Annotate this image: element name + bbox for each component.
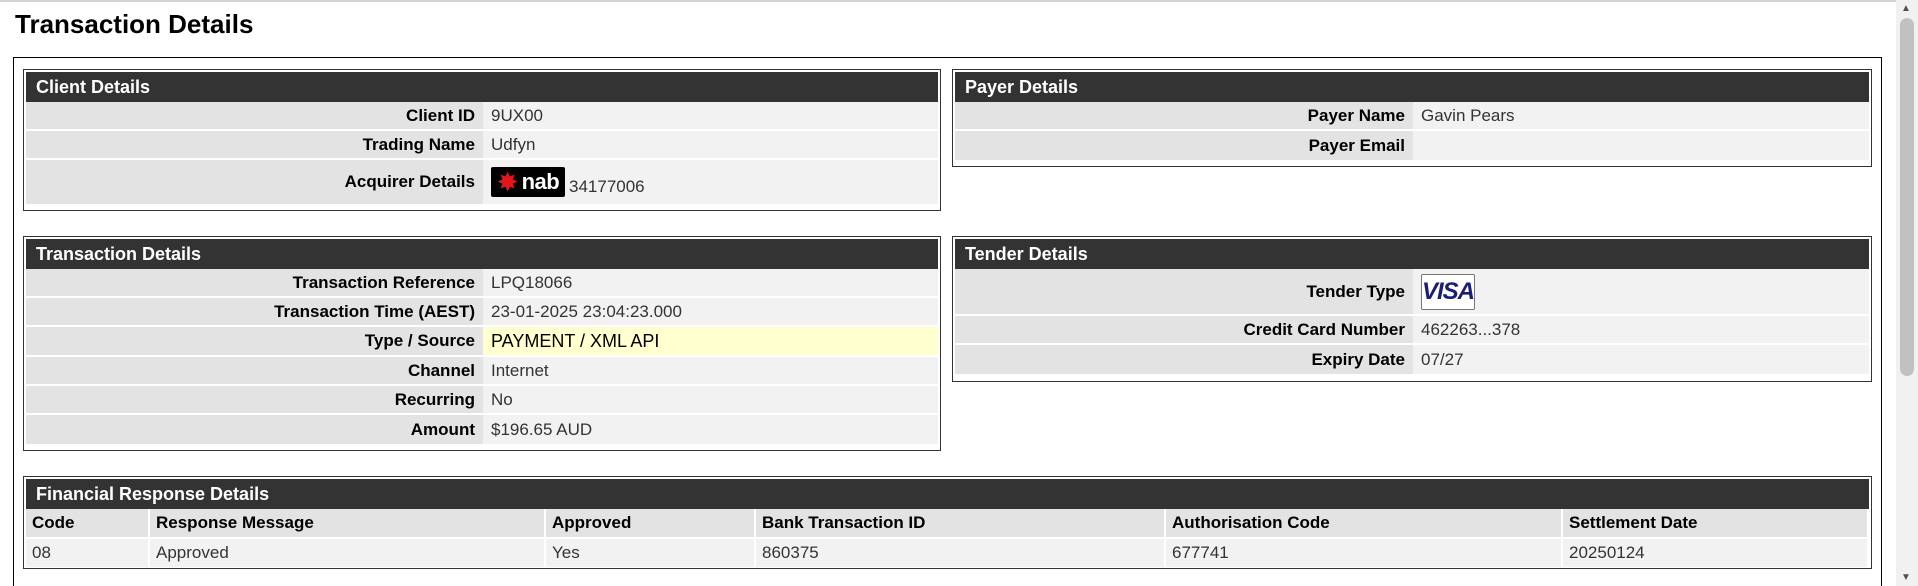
row-value: VISA bbox=[1413, 269, 1869, 314]
cell-approved: Yes bbox=[546, 539, 756, 567]
column-header-approved: Approved bbox=[546, 509, 756, 539]
panel-header: Financial Response Details bbox=[26, 479, 1869, 509]
scroll-up-arrow-icon[interactable]: ▲ bbox=[1901, 3, 1911, 14]
detail-row-tender-type: Tender Type VISA bbox=[955, 269, 1869, 316]
row-value: LPQ18066 bbox=[483, 269, 938, 296]
cell-bank-transaction-id: 860375 bbox=[756, 539, 1166, 567]
detail-row-recurring: Recurring No bbox=[26, 386, 938, 415]
row-label: Payer Email bbox=[955, 131, 1413, 160]
detail-row-amount: Amount $196.65 AUD bbox=[26, 415, 938, 444]
transaction-details-panel: Transaction Details Transaction Referenc… bbox=[23, 236, 941, 451]
detail-row-acquirer: Acquirer Details ✸ nab 34177006 bbox=[26, 160, 938, 204]
column-header-bank-transaction-id: Bank Transaction ID bbox=[756, 509, 1166, 539]
table-row: 08 Approved Yes 860375 677741 20250124 bbox=[26, 539, 1869, 567]
row-value: Internet bbox=[483, 357, 938, 384]
cell-authorisation-code: 677741 bbox=[1166, 539, 1563, 567]
detail-row-card-number: Credit Card Number 462263...378 bbox=[955, 316, 1869, 345]
tender-details-panel: Tender Details Tender Type VISA Credit C… bbox=[952, 236, 1872, 382]
row-label: Channel bbox=[26, 357, 483, 384]
table-header-row: Code Response Message Approved Bank Tran… bbox=[26, 509, 1869, 539]
column-header-response-message: Response Message bbox=[150, 509, 546, 539]
column-header-settlement-date: Settlement Date bbox=[1563, 509, 1869, 539]
row-value-highlighted: PAYMENT / XML API bbox=[483, 327, 938, 355]
details-container: Client Details Client ID 9UX00 Trading N… bbox=[13, 57, 1882, 586]
detail-row-trading-name: Trading Name Udfyn bbox=[26, 131, 938, 160]
row-label: Credit Card Number bbox=[955, 316, 1413, 343]
detail-row-type-source: Type / Source PAYMENT / XML API bbox=[26, 327, 938, 357]
financial-response-panel: Financial Response Details Code Response… bbox=[23, 476, 1872, 569]
row-label: Tender Type bbox=[955, 269, 1413, 314]
detail-row-time: Transaction Time (AEST) 23-01-2025 23:04… bbox=[26, 298, 938, 327]
visa-logo-icon: VISA bbox=[1421, 273, 1475, 310]
panel-header: Client Details bbox=[26, 72, 938, 102]
row-label: Expiry Date bbox=[955, 345, 1413, 374]
acquirer-id: 34177006 bbox=[569, 177, 645, 196]
row-value: ✸ nab 34177006 bbox=[483, 160, 938, 204]
row-label: Transaction Reference bbox=[26, 269, 483, 296]
detail-row-payer-email: Payer Email bbox=[955, 131, 1869, 160]
detail-row-channel: Channel Internet bbox=[26, 357, 938, 386]
cell-settlement-date: 20250124 bbox=[1563, 539, 1869, 567]
scroll-down-arrow-icon[interactable]: ▼ bbox=[1901, 572, 1911, 583]
detail-row-payer-name: Payer Name Gavin Pears bbox=[955, 102, 1869, 131]
top-divider bbox=[0, 0, 1896, 2]
client-details-panel: Client Details Client ID 9UX00 Trading N… bbox=[23, 69, 941, 211]
detail-row-expiry: Expiry Date 07/27 bbox=[955, 345, 1869, 374]
vertical-scrollbar[interactable]: ▲ ▼ bbox=[1896, 0, 1918, 586]
row-value: Udfyn bbox=[483, 131, 938, 158]
detail-row-reference: Transaction Reference LPQ18066 bbox=[26, 269, 938, 298]
cell-code: 08 bbox=[26, 539, 150, 567]
row-label: Transaction Time (AEST) bbox=[26, 298, 483, 325]
row-label: Client ID bbox=[26, 102, 483, 129]
nab-logo-icon: ✸ nab bbox=[491, 167, 565, 197]
row-label: Type / Source bbox=[26, 327, 483, 355]
row-value: 9UX00 bbox=[483, 102, 938, 129]
row-label: Trading Name bbox=[26, 131, 483, 158]
payer-details-panel: Payer Details Payer Name Gavin Pears Pay… bbox=[952, 69, 1872, 167]
row-value: 23-01-2025 23:04:23.000 bbox=[483, 298, 938, 325]
cell-response-message: Approved bbox=[150, 539, 546, 567]
row-label: Amount bbox=[26, 415, 483, 444]
row-value: $196.65 AUD bbox=[483, 415, 938, 444]
row-value: No bbox=[483, 386, 938, 413]
panel-header: Tender Details bbox=[955, 239, 1869, 269]
row-label: Payer Name bbox=[955, 102, 1413, 129]
scrollbar-thumb[interactable] bbox=[1900, 18, 1914, 376]
page-title: Transaction Details bbox=[15, 9, 254, 39]
financial-response-table: Code Response Message Approved Bank Tran… bbox=[26, 509, 1869, 567]
row-value: Gavin Pears bbox=[1413, 102, 1869, 129]
column-header-authorisation-code: Authorisation Code bbox=[1166, 509, 1563, 539]
column-header-code: Code bbox=[26, 509, 150, 539]
row-value bbox=[1413, 131, 1869, 160]
row-value: 07/27 bbox=[1413, 345, 1869, 374]
panel-header: Payer Details bbox=[955, 72, 1869, 102]
row-value: 462263...378 bbox=[1413, 316, 1869, 343]
detail-row-client-id: Client ID 9UX00 bbox=[26, 102, 938, 131]
row-label: Acquirer Details bbox=[26, 160, 483, 204]
panel-header: Transaction Details bbox=[26, 239, 938, 269]
row-label: Recurring bbox=[26, 386, 483, 413]
